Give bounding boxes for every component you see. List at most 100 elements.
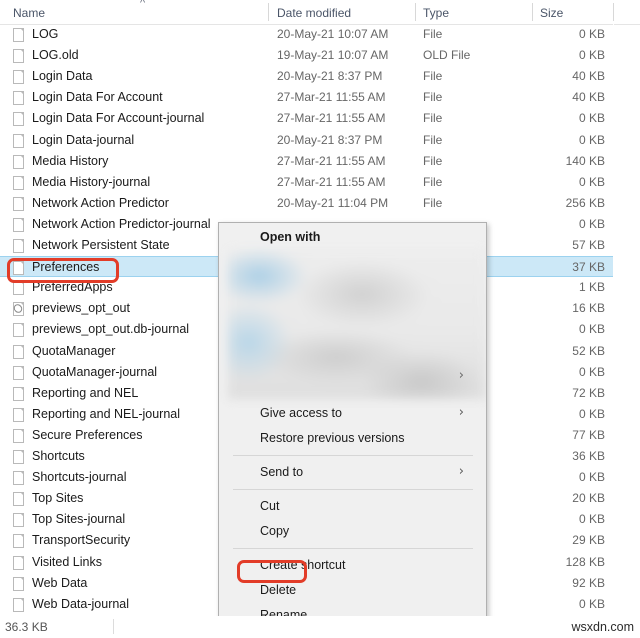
file-type-cell: File xyxy=(423,111,443,126)
file-icon xyxy=(13,450,24,464)
file-icon xyxy=(13,49,24,64)
file-row[interactable]: Media History 27-Mar-21 11:55 AM File 140 K… xyxy=(0,151,613,172)
file-name-cell: Reporting and NEL xyxy=(32,385,139,400)
file-date-cell: 20-May-21 8:37 PM xyxy=(277,69,383,84)
file-date-cell: 19-May-21 10:07 AM xyxy=(277,48,389,63)
file-row[interactable]: Media History-journal 27-Mar-21 11:55 AM F… xyxy=(0,172,613,193)
file-name-cell: TransportSecurity xyxy=(32,533,131,548)
file-row[interactable]: Login Data 20-May-21 8:37 PM File 40 KB xyxy=(0,66,613,87)
file-name-cell: Top Sites xyxy=(32,491,84,506)
file-size-cell: 0 KB xyxy=(578,322,605,337)
file-icon xyxy=(13,133,24,148)
menu-item-label: Cut xyxy=(260,499,280,513)
menu-item-label: Delete xyxy=(260,583,297,597)
column-header-type[interactable]: Type xyxy=(423,0,523,24)
file-row[interactable]: Network Action Predictor 20-May-21 11:04 … xyxy=(0,193,613,214)
menu-item-delete[interactable]: Delete xyxy=(220,578,486,602)
file-icon xyxy=(13,261,24,276)
file-type-cell: File xyxy=(423,195,443,210)
file-icon xyxy=(13,112,24,127)
file-icon xyxy=(13,239,24,253)
file-icon xyxy=(13,386,24,401)
file-size-cell: 52 KB xyxy=(572,343,605,358)
file-name-cell: Web Data-journal xyxy=(32,596,130,611)
file-size-cell: 140 KB xyxy=(565,153,605,168)
column-header-size[interactable]: Size xyxy=(540,0,600,24)
file-name-cell: Shortcuts xyxy=(32,449,85,463)
file-name-cell: Top Sites-journal xyxy=(32,512,126,527)
file-row[interactable]: Login Data For Account-journal 27-Mar-21 … xyxy=(0,108,613,129)
file-name-cell: Login Data For Account-journal xyxy=(32,111,205,126)
column-header-name[interactable]: Name xyxy=(13,0,133,24)
menu-item-open-with[interactable]: Open with xyxy=(220,225,486,249)
file-row[interactable]: LOG 20-May-21 10:07 AM File 0 KB xyxy=(0,24,613,45)
file-icon xyxy=(13,91,24,106)
file-icon xyxy=(13,70,24,85)
file-name-cell: LOG.old xyxy=(32,48,79,63)
file-name-cell: Preferences xyxy=(32,260,100,275)
file-date-cell: 27-Mar-21 11:55 AM xyxy=(277,153,386,168)
file-date-cell: 27-Mar-21 11:55 AM xyxy=(277,111,386,126)
file-name-cell: Network Action Predictor-journal xyxy=(32,216,211,231)
menu-item-cut[interactable]: Cut xyxy=(220,494,486,518)
file-type-cell: OLD File xyxy=(423,48,471,63)
menu-item-label: Restore previous versions xyxy=(260,431,405,445)
file-name-cell: Web Data xyxy=(32,575,88,590)
file-date-cell: 20-May-21 10:07 AM xyxy=(277,27,389,41)
file-name-cell: Visited Links xyxy=(32,554,102,569)
column-header-date-modified[interactable]: Date modified xyxy=(277,0,407,24)
menu-item-label: Send to xyxy=(260,465,304,479)
column-divider-name[interactable] xyxy=(268,3,269,21)
file-size-cell: 77 KB xyxy=(572,427,605,442)
chevron-right-icon: › xyxy=(458,464,464,479)
file-size-cell: 256 KB xyxy=(565,195,605,210)
menu-item-label: Give access to xyxy=(260,406,342,420)
file-name-cell: previews_opt_out.db-journal xyxy=(32,322,190,337)
menu-item-give-access-to[interactable]: Give access to › xyxy=(220,401,486,425)
file-size-cell: 16 KB xyxy=(572,301,605,316)
file-row[interactable]: Login Data-journal 20-May-21 8:37 PM File 0… xyxy=(0,130,613,151)
file-icon xyxy=(13,513,24,528)
file-icon xyxy=(13,555,24,570)
menu-item-copy[interactable]: Copy xyxy=(220,519,486,543)
file-name-cell: Reporting and NEL-journal xyxy=(32,406,181,421)
file-icon xyxy=(13,175,24,190)
context-menu[interactable]: › Open with Give access to › Restore previo… xyxy=(218,222,487,638)
column-divider-type[interactable] xyxy=(532,3,533,21)
file-size-cell: 40 KB xyxy=(572,69,605,84)
file-name-cell: Login Data-journal xyxy=(32,132,135,147)
file-size-cell: 37 KB xyxy=(572,260,605,275)
column-divider-date[interactable] xyxy=(415,3,416,21)
menu-item-send-to[interactable]: Send to › xyxy=(220,460,486,484)
file-size-cell: 0 KB xyxy=(578,48,605,63)
file-name-cell: QuotaManager-journal xyxy=(32,364,158,379)
file-date-cell: 27-Mar-21 11:55 AM xyxy=(277,90,386,105)
file-date-cell: 27-Mar-21 11:55 AM xyxy=(277,174,386,189)
menu-separator xyxy=(233,489,473,490)
menu-item-create-shortcut[interactable]: Create shortcut xyxy=(220,553,486,577)
file-row[interactable]: Login Data For Account 27-Mar-21 11:55 AM… xyxy=(0,87,613,108)
file-name-cell: PreferredApps xyxy=(32,280,113,295)
menu-item-restore-previous-versions[interactable]: Restore previous versions xyxy=(220,426,486,450)
file-row[interactable]: LOG.old 19-May-21 10:07 AM OLD File 0 KB xyxy=(0,45,613,66)
column-header-bar: Name ^ Date modified Type Size xyxy=(0,0,640,25)
file-size-cell: 0 KB xyxy=(578,512,605,527)
file-name-cell: Network Action Predictor xyxy=(32,195,169,210)
file-size-cell: 128 KB xyxy=(565,554,605,569)
file-size-cell: 29 KB xyxy=(572,533,605,548)
menu-separator xyxy=(233,455,473,456)
file-icon xyxy=(13,323,24,338)
column-divider-size[interactable] xyxy=(613,3,614,21)
file-icon xyxy=(13,365,24,380)
file-icon xyxy=(13,597,24,612)
chevron-up-icon: ^ xyxy=(140,0,146,9)
file-size-cell: 0 KB xyxy=(578,470,605,485)
file-name-cell: Media History xyxy=(32,153,109,168)
status-divider xyxy=(113,619,114,634)
menu-item-label: Create shortcut xyxy=(260,558,346,572)
status-bar: 36.3 KB wsxdn.com xyxy=(0,616,640,638)
file-date-cell: 20-May-21 8:37 PM xyxy=(277,132,383,147)
chevron-right-icon: › xyxy=(458,405,464,420)
file-size-cell: 0 KB xyxy=(578,406,605,421)
file-size-cell: 72 KB xyxy=(572,385,605,400)
